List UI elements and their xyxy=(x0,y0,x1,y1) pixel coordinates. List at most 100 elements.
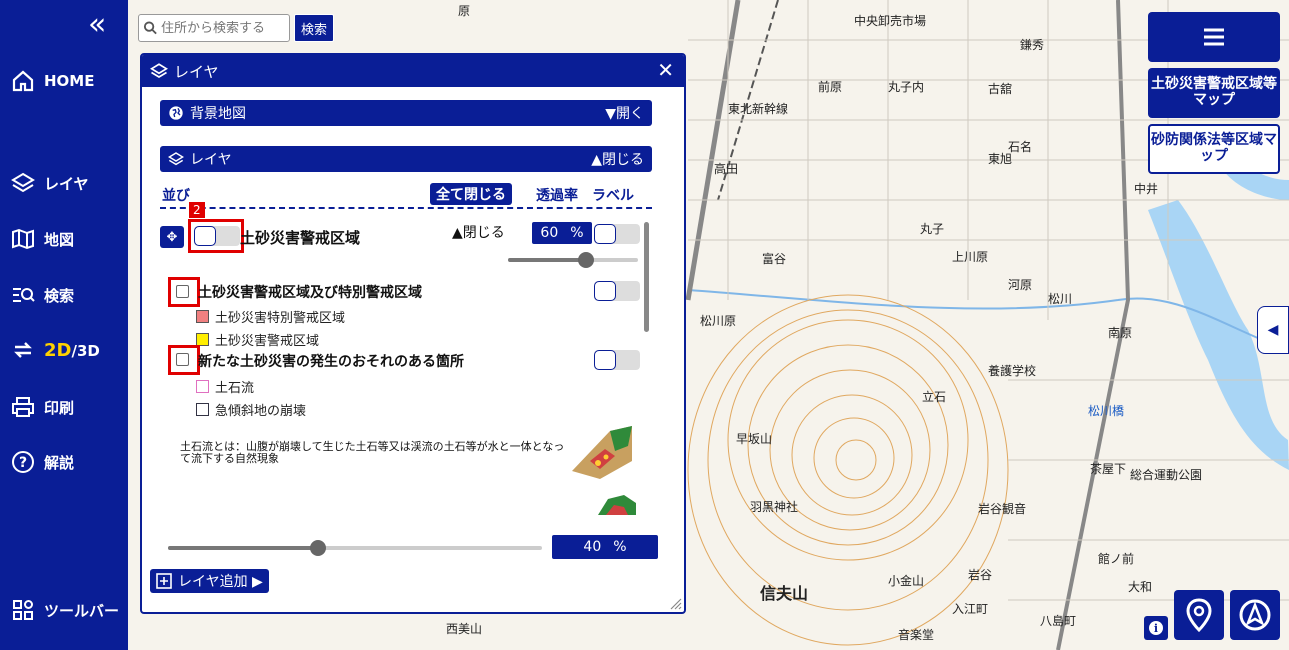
nav-help-label: 解説 xyxy=(44,453,75,472)
map-label: 西美山 xyxy=(446,622,483,636)
current-location-button[interactable] xyxy=(1174,590,1224,640)
nav-home-label: HOME xyxy=(44,72,95,90)
nav-2d3d[interactable]: 2D/3D xyxy=(10,337,100,363)
layer-panel-title: レイヤ xyxy=(174,62,219,81)
map-label: 立石 xyxy=(922,390,947,404)
move-handle-icon[interactable]: ✥ xyxy=(160,226,184,248)
map-label: 東北新幹線 xyxy=(728,102,789,116)
erosion-control-map-button[interactable]: 砂防関係法等区域マップ xyxy=(1148,124,1280,174)
grid-tools-icon xyxy=(10,597,36,623)
sublayer-title: 土砂災害警戒区域及び特別警戒区域 xyxy=(198,285,422,301)
map-label: 羽黒神社 xyxy=(750,500,799,514)
close-all-button[interactable]: 全て閉じる xyxy=(430,183,512,205)
nav-help[interactable]: ? 解説 xyxy=(10,449,74,475)
layer-list-header: 並び 全て閉じる 透過率 ラベル xyxy=(160,183,652,209)
printer-icon xyxy=(10,394,36,420)
label-header: ラベル xyxy=(592,188,634,204)
map-label: 入江町 xyxy=(952,602,989,616)
nav-layer[interactable]: レイヤ xyxy=(10,170,89,196)
map-label: 丸子内 xyxy=(888,80,925,94)
info-icon[interactable]: i xyxy=(1144,616,1168,640)
layers-icon xyxy=(10,170,36,196)
sidebar: « HOME レイヤ 地図 検索 2D/3D 印刷 ? 解説 ツールバー xyxy=(0,0,128,650)
map-label: 前原 xyxy=(818,80,843,94)
map-label: 音楽堂 xyxy=(898,628,935,642)
step-badge: 2 xyxy=(189,202,205,218)
map-label: 丸子 xyxy=(920,222,945,236)
resize-handle-icon[interactable] xyxy=(670,598,682,610)
map-label: 八島町 xyxy=(1040,614,1077,628)
mode-2d-label: 2D xyxy=(44,339,72,361)
map-label: 松川原 xyxy=(700,314,737,328)
collapse-sidebar-icon[interactable]: « xyxy=(88,10,106,40)
north-compass-button[interactable] xyxy=(1230,590,1280,640)
mode-3d-label: /3D xyxy=(71,341,100,360)
help-icon: ? xyxy=(10,449,36,475)
scrollbar[interactable] xyxy=(644,222,649,332)
map-label: 館ノ前 xyxy=(1098,552,1135,566)
layer-section-bar[interactable]: レイヤ ▲閉じる xyxy=(160,146,652,172)
search-input[interactable] xyxy=(161,20,289,36)
map-label: 上川原 xyxy=(952,250,989,264)
map-label: 岩谷 xyxy=(968,568,993,582)
sublayer-checkbox[interactable] xyxy=(176,285,189,298)
layers-icon xyxy=(168,152,184,166)
label-toggle[interactable] xyxy=(594,224,640,244)
svg-text:?: ? xyxy=(19,455,27,471)
globe-icon xyxy=(169,106,183,120)
opacity-value[interactable]: 60% xyxy=(532,222,592,244)
layers-icon xyxy=(150,63,168,78)
nav-toolbar-label: ツールバー xyxy=(44,601,120,620)
map-label: 高田 xyxy=(714,162,739,176)
background-map-bar[interactable]: 背景地図 ▼開く xyxy=(160,100,652,126)
base-opacity-value[interactable]: 40% xyxy=(552,535,658,559)
expand-toggle[interactable]: ▼開く xyxy=(605,103,644,123)
nav-toolbar[interactable]: ツールバー xyxy=(10,597,119,623)
nav-print[interactable]: 印刷 xyxy=(10,394,74,420)
label-toggle[interactable] xyxy=(594,281,640,301)
layer-collapse[interactable]: ▲閉じる xyxy=(452,222,505,242)
location-pin-icon xyxy=(1186,598,1212,632)
map-label: 小金山 xyxy=(888,574,925,588)
nav-map[interactable]: 地図 xyxy=(10,226,74,252)
opacity-slider[interactable] xyxy=(508,252,638,268)
nav-map-label: 地図 xyxy=(44,230,75,249)
nav-home[interactable]: HOME xyxy=(10,68,94,94)
map-label: 中央卸売市場 xyxy=(854,14,927,28)
layer-title: 土砂災害警戒区域 xyxy=(240,229,361,247)
sublayer-checkbox[interactable] xyxy=(176,353,189,366)
map-label: 南原 xyxy=(1108,326,1133,340)
sediment-alert-map-button[interactable]: 土砂災害警戒区域等マップ xyxy=(1148,68,1280,118)
menu-button[interactable] xyxy=(1148,12,1280,62)
search-button[interactable]: 検索 xyxy=(294,14,334,42)
map-label: 鎌秀 xyxy=(1020,38,1045,52)
swap-icon xyxy=(10,337,36,363)
layer-visibility-toggle[interactable] xyxy=(194,226,240,246)
address-search: 検索 xyxy=(138,14,334,42)
search-input-box[interactable] xyxy=(138,14,290,42)
map-label: 松川 xyxy=(1048,292,1073,306)
map-label: 中井 xyxy=(1134,182,1159,196)
legend-item: 急傾斜地の崩壊 xyxy=(196,400,306,419)
base-opacity-slider[interactable] xyxy=(168,540,542,556)
legend-item: 土砂災害警戒区域 xyxy=(196,330,319,349)
layer-panel-header[interactable]: レイヤ xyxy=(142,55,684,87)
map-label: 古舘 xyxy=(988,82,1013,96)
landslide-illustration xyxy=(598,495,636,515)
background-map-label: 背景地図 xyxy=(190,106,246,122)
legend-item: 土砂災害特別警戒区域 xyxy=(196,307,345,326)
expand-right-panel-icon[interactable]: ◀ xyxy=(1257,306,1289,354)
search-icon xyxy=(143,21,157,35)
layer-description: 土石流とは：山腹が崩壊して生じた土石等又は渓流の土石等が水と一体となって流下する… xyxy=(180,440,565,465)
label-toggle[interactable] xyxy=(594,350,640,370)
nav-search-label: 検索 xyxy=(44,286,75,305)
add-square-icon xyxy=(156,573,172,589)
debris-flow-illustration xyxy=(572,426,632,479)
svg-text:i: i xyxy=(1154,622,1158,635)
close-icon[interactable]: ✕ xyxy=(657,58,674,82)
collapse-toggle[interactable]: ▲閉じる xyxy=(591,149,644,169)
nav-search[interactable]: 検索 xyxy=(10,282,74,308)
add-layer-button[interactable]: レイヤ追加 ▶ xyxy=(150,569,269,593)
sort-label: 並び xyxy=(162,188,190,204)
nav-layer-label: レイヤ xyxy=(44,174,89,193)
